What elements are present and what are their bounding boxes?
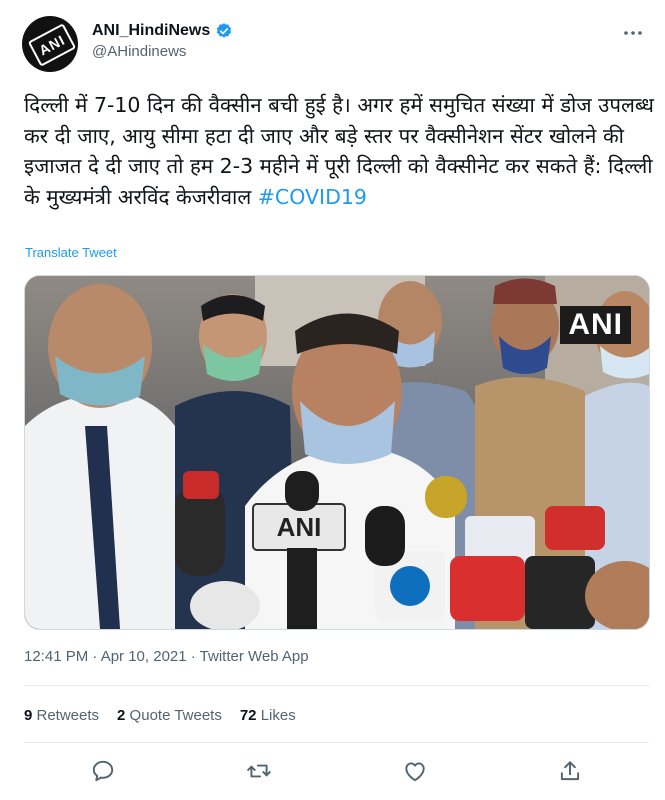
mic-logo: ANI bbox=[277, 512, 322, 542]
avatar-logo: ANI bbox=[27, 23, 77, 67]
avatar[interactable]: ANI bbox=[22, 16, 78, 72]
tweet-card: ANI ANI_HindiNews @AHindinews दिल्ली में… bbox=[0, 0, 665, 800]
display-name-row: ANI_HindiNews bbox=[92, 22, 233, 40]
retweets-stat[interactable]: 9 Retweets bbox=[24, 707, 99, 724]
retweet-icon[interactable] bbox=[246, 758, 272, 784]
reply-icon[interactable] bbox=[90, 758, 116, 784]
like-icon[interactable] bbox=[402, 758, 428, 784]
tweet-header: ANI ANI_HindiNews @AHindinews bbox=[22, 16, 647, 72]
more-options-icon[interactable] bbox=[621, 24, 645, 42]
verified-badge-icon bbox=[217, 23, 232, 38]
hashtag-link[interactable]: #COVID19 bbox=[258, 185, 367, 209]
media-scene: ANI bbox=[25, 276, 649, 629]
quotes-label: Quote Tweets bbox=[125, 707, 222, 724]
user-handle[interactable]: @AHindinews bbox=[92, 43, 233, 60]
user-block: ANI_HindiNews @AHindinews bbox=[92, 22, 233, 60]
tweet-timestamp[interactable]: 12:41 PM · Apr 10, 2021 · Twitter Web Ap… bbox=[24, 648, 309, 665]
action-bar bbox=[24, 758, 649, 784]
stats-row: 9 Retweets 2 Quote Tweets 72 Likes bbox=[24, 707, 296, 724]
translate-tweet-link[interactable]: Translate Tweet bbox=[25, 245, 117, 260]
ani-watermark: ANI bbox=[560, 306, 631, 344]
quote-tweets-stat[interactable]: 2 Quote Tweets bbox=[117, 707, 222, 724]
likes-label: Likes bbox=[256, 707, 296, 724]
likes-count: 72 bbox=[239, 707, 257, 724]
retweets-label: Retweets bbox=[32, 707, 100, 724]
tweet-media-image[interactable]: ANI ANI bbox=[24, 275, 650, 630]
likes-stat[interactable]: 72 Likes bbox=[240, 707, 296, 724]
tweet-text: दिल्ली में 7-10 दिन की वैक्सीन बची हुई ह… bbox=[24, 90, 654, 212]
divider bbox=[24, 685, 649, 686]
share-icon[interactable] bbox=[557, 758, 583, 784]
display-name[interactable]: ANI_HindiNews bbox=[92, 22, 210, 40]
divider bbox=[24, 742, 649, 743]
